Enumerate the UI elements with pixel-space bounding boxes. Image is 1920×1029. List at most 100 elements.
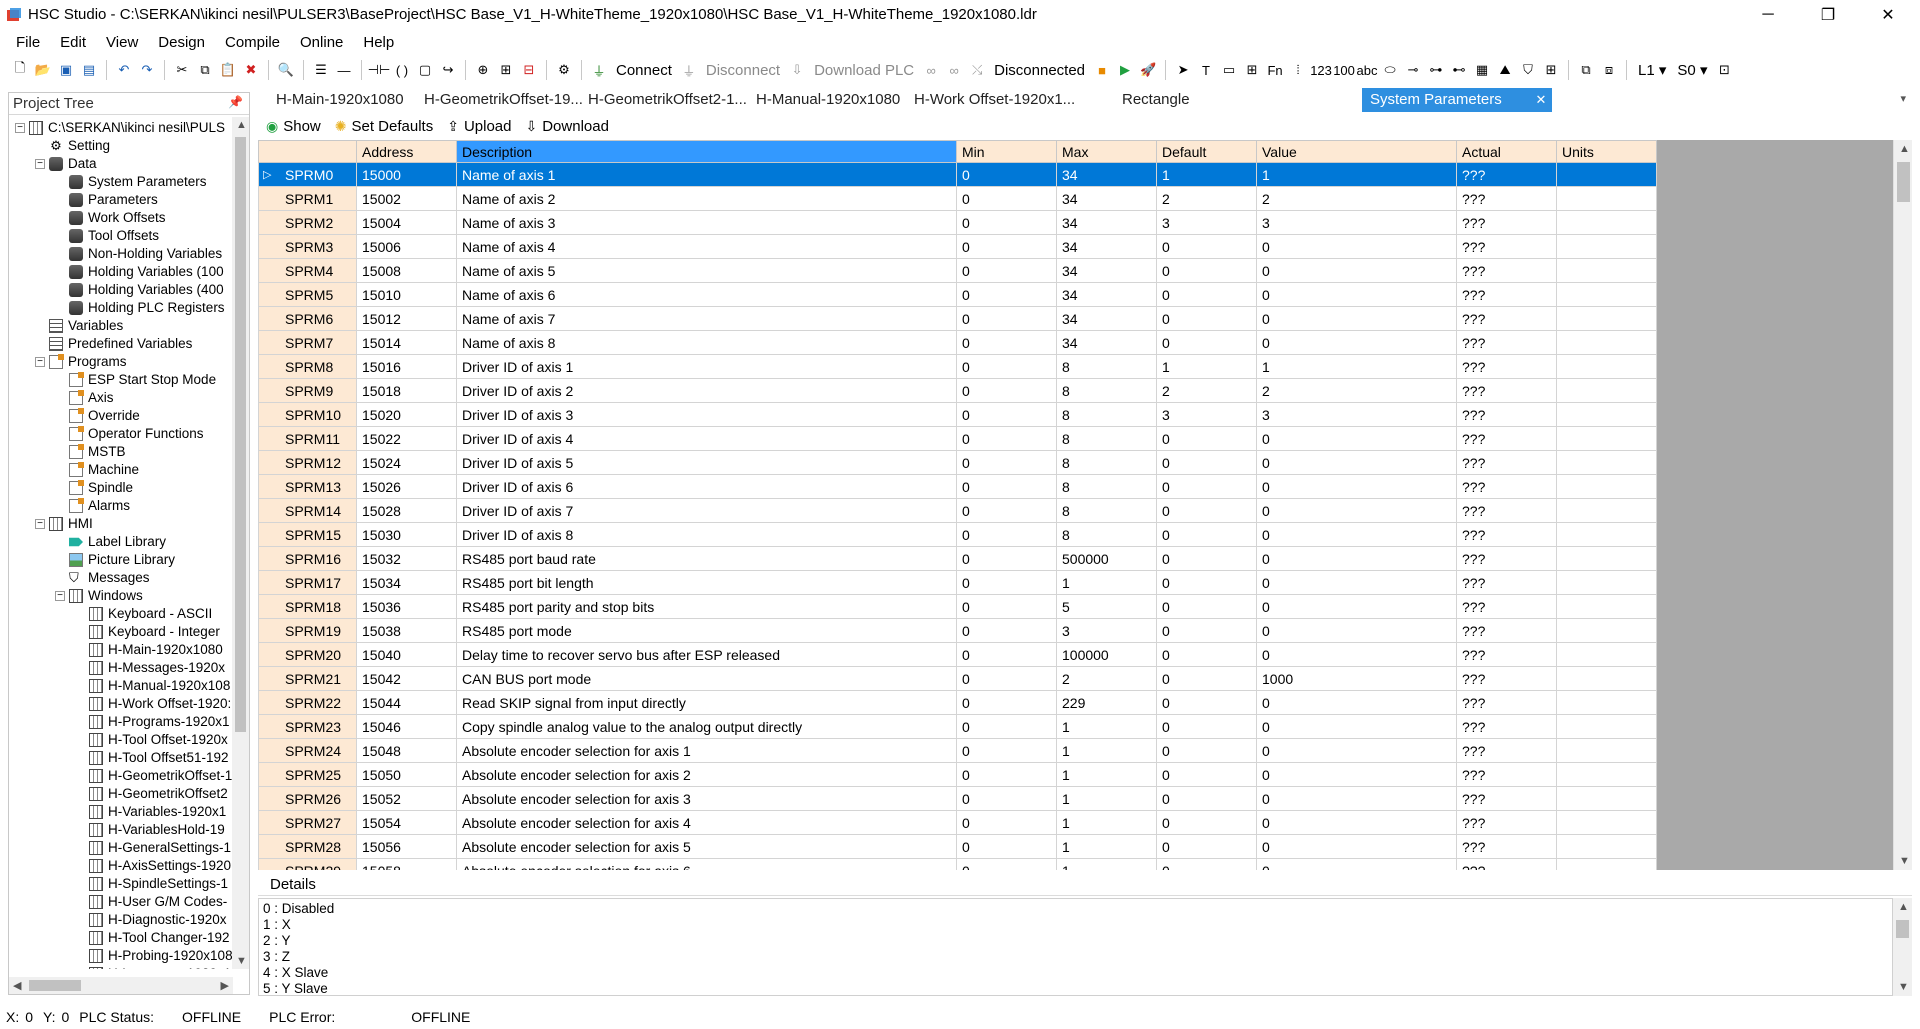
scroll-thumb[interactable] (1897, 162, 1910, 202)
toggle-tool-icon[interactable]: ⊸ (1403, 60, 1423, 80)
scroll-down-icon[interactable]: ▼ (1898, 981, 1909, 993)
collapse-toggle-icon[interactable]: − (55, 591, 65, 601)
table-row[interactable]: SPRM27 15054 Absolute encoder selection fo… (258, 810, 1657, 835)
tree-item[interactable]: H-Manual-1920x108 (75, 677, 230, 695)
send-back-icon[interactable]: ⧈ (1599, 60, 1619, 80)
disconnect-icon[interactable]: ⏚ (679, 60, 699, 80)
tree-item[interactable]: H-SpindleSettings-1 (75, 875, 228, 893)
table-row[interactable]: SPRM8 15016 Driver ID of axis 1 0 8 1 1??? (258, 354, 1657, 379)
set-defaults-button[interactable]: ✺ Set Defaults (335, 118, 433, 135)
table-row[interactable]: ▷ SPRM0 15000 Name of axis 1 0 34 1 1??? (258, 162, 1657, 187)
box-icon[interactable]: ▢ (415, 60, 435, 80)
table-cell[interactable]: 0 (1256, 762, 1457, 787)
tree-item[interactable]: Keyboard - Integer (75, 623, 220, 641)
table-row[interactable]: SPRM20 15040 Delay time to recover servo b… (258, 642, 1657, 667)
details-scrollbar[interactable]: ▲ ▼ (1893, 898, 1912, 996)
menu-design[interactable]: Design (148, 30, 215, 55)
slider-tool-icon[interactable]: ⊶ (1426, 60, 1446, 80)
minimize-button[interactable]: ─ (1740, 0, 1796, 30)
insert-rung-icon[interactable]: ⊞ (496, 60, 516, 80)
pin-icon[interactable]: 📌 (228, 95, 243, 109)
tree-item[interactable]: Variables (35, 317, 123, 335)
tree-item[interactable]: − HMI (35, 515, 93, 533)
table-cell[interactable]: 1 (1256, 354, 1457, 379)
scroll-up-icon[interactable]: ▲ (1899, 143, 1910, 155)
layout-icon[interactable]: ⊡ (1714, 60, 1734, 80)
tree-item[interactable]: Label Library (55, 533, 166, 551)
table-row[interactable]: SPRM5 15010 Name of axis 6 0 34 0 0??? (258, 282, 1657, 307)
table-row[interactable]: SPRM17 15034 RS485 port bit length 0 1 0 0??? (258, 570, 1657, 595)
table-cell[interactable]: 0 (1256, 810, 1457, 835)
tree-item[interactable]: System Parameters (55, 173, 207, 191)
compile-icon[interactable]: ⚙ (554, 60, 574, 80)
table-row[interactable]: SPRM19 15038 RS485 port mode 0 3 0 0??? (258, 618, 1657, 643)
tree-item[interactable]: Tool Offsets (55, 227, 159, 245)
contact-icon[interactable]: ⊣⊢ (368, 60, 391, 80)
table-cell[interactable]: 0 (1256, 642, 1457, 667)
tree-item[interactable]: Picture Library (55, 551, 175, 569)
column-header[interactable] (258, 140, 357, 163)
cut-icon[interactable]: ✂ (172, 60, 192, 80)
connect-icon[interactable]: ⏚ (589, 60, 609, 80)
rectangle-tool-icon[interactable]: ▭ (1219, 60, 1239, 80)
picture-tool-icon[interactable]: ⛰ (1495, 60, 1515, 80)
table-cell[interactable]: 0 (1256, 570, 1457, 595)
menu-online[interactable]: Online (290, 30, 353, 55)
paste-icon[interactable]: 📋 (218, 60, 238, 80)
tree-item[interactable]: MSTB (55, 443, 126, 461)
tree-item[interactable]: Spindle (55, 479, 133, 497)
tree-item[interactable]: Parameters (55, 191, 158, 209)
tree-item[interactable]: Alarms (55, 497, 130, 515)
table-cell[interactable]: 0 (1256, 834, 1457, 859)
table-cell[interactable]: 0 (1256, 306, 1457, 331)
table-row[interactable]: SPRM3 15006 Name of axis 4 0 34 0 0??? (258, 234, 1657, 259)
undo-icon[interactable]: ↶ (114, 60, 134, 80)
table-cell[interactable]: 0 (1256, 450, 1457, 475)
table-row[interactable]: SPRM29 15058 Absolute encoder selection fo… (258, 858, 1657, 870)
table-row[interactable]: SPRM13 15026 Driver ID of axis 6 0 8 0 0??? (258, 474, 1657, 499)
tree-vertical-scrollbar[interactable]: ▲ ▼ (232, 117, 249, 969)
tab[interactable]: H-Work Offset-1920x1... (906, 88, 1083, 112)
numeric-display-icon[interactable]: 123 (1310, 60, 1332, 80)
collapse-toggle-icon[interactable]: − (35, 159, 45, 169)
collapse-toggle-icon[interactable]: − (35, 357, 45, 367)
table-cell[interactable]: 0 (1256, 690, 1457, 715)
tree-item[interactable]: H-Tool Changer-192 (75, 929, 230, 947)
table-cell[interactable]: 3 (1256, 402, 1457, 427)
table-cell[interactable]: 1000 (1256, 666, 1457, 691)
stop-icon[interactable]: ■ (1092, 60, 1112, 80)
tab[interactable]: Rectangle (1114, 88, 1198, 112)
save-icon[interactable]: ▣ (56, 60, 76, 80)
delete-icon[interactable]: ✖ (241, 60, 261, 80)
table-cell[interactable]: 0 (1256, 522, 1457, 547)
tree-item[interactable]: H-User G/M Codes- (75, 893, 227, 911)
traffic-light-icon[interactable]: ⦙ (1288, 60, 1308, 80)
table-cell[interactable]: 0 (1256, 546, 1457, 571)
rocket-icon[interactable]: 🚀 (1138, 60, 1158, 80)
table-row[interactable]: SPRM24 15048 Absolute encoder selection fo… (258, 738, 1657, 763)
text-tool-icon[interactable]: T (1196, 60, 1216, 80)
column-header[interactable]: Max (1056, 140, 1157, 163)
numeric-input-icon[interactable]: 100 (1333, 60, 1355, 80)
tree-item[interactable]: Operator Functions (55, 425, 204, 443)
add-rung-icon[interactable]: ⊕ (473, 60, 493, 80)
table-cell[interactable]: 2 (1256, 378, 1457, 403)
scroll-down-icon[interactable]: ▼ (236, 955, 247, 967)
menu-view[interactable]: View (96, 30, 148, 55)
tab[interactable]: H-Main-1920x1080 (268, 88, 412, 112)
column-header[interactable]: Min (956, 140, 1057, 163)
tree-item[interactable]: H-AxisSettings-1920 (75, 857, 231, 875)
tree-item[interactable]: − Windows (55, 587, 143, 605)
tree-item[interactable]: H-GeometrikOffset-1 (75, 767, 232, 785)
monitor-icon[interactable]: ⤯ (967, 60, 987, 80)
jump-icon[interactable]: ↪ (438, 60, 458, 80)
tree-item[interactable]: H-GeometrikOffset2 (75, 785, 228, 803)
table-row[interactable]: SPRM22 15044 Read SKIP signal from input d… (258, 690, 1657, 715)
table-cell[interactable]: 0 (1256, 858, 1457, 870)
menu-edit[interactable]: Edit (50, 30, 96, 55)
tab[interactable]: H-GeometrikOffset-19... (416, 88, 591, 112)
table-cell[interactable]: 0 (1256, 330, 1457, 355)
table-row[interactable]: SPRM28 15056 Absolute encoder selection fo… (258, 834, 1657, 859)
close-window-button[interactable]: ✕ (1860, 0, 1916, 30)
table-row[interactable]: SPRM23 15046 Copy spindle analog value to … (258, 714, 1657, 739)
